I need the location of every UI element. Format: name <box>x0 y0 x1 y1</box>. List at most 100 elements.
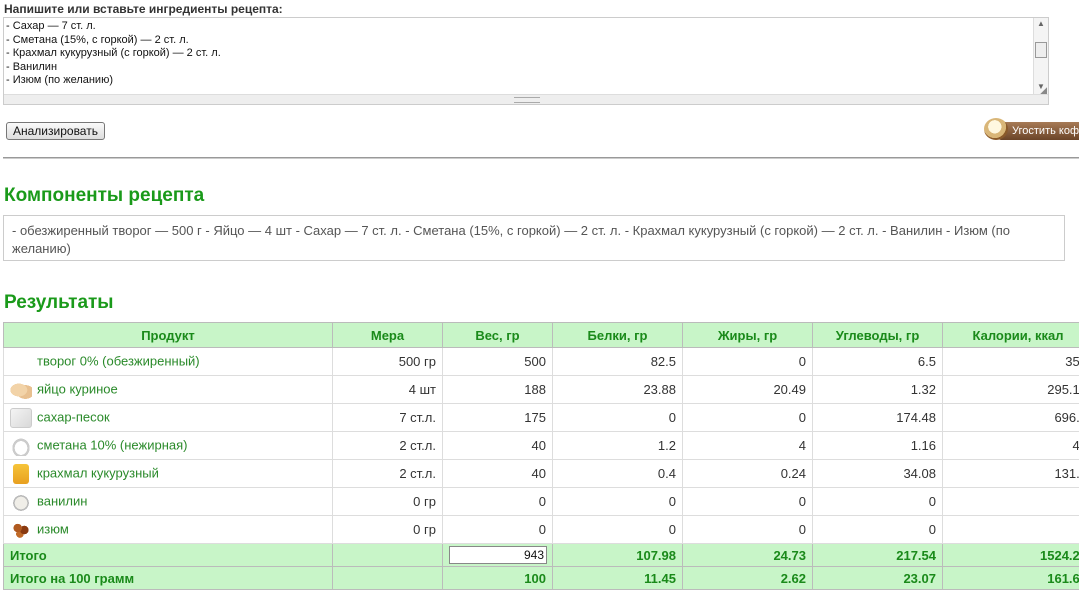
carbs-cell: 6.5 <box>812 347 943 376</box>
table-row: ванилин 0 гр 0 0 0 0 0 <box>3 487 1079 516</box>
per100-measure-cell <box>332 566 443 590</box>
per100-carbs: 23.07 <box>812 566 943 590</box>
fat-cell: 0 <box>682 487 813 516</box>
measure-cell: 7 ст.л. <box>332 403 443 432</box>
carbs-cell: 0 <box>812 487 943 516</box>
product-cell: изюм <box>3 515 333 544</box>
product-cell: сахар-песок <box>3 403 333 432</box>
results-table: Продукт Мера Вес, гр Белки, гр Жиры, гр … <box>3 322 1079 590</box>
measure-cell: 500 гр <box>332 347 443 376</box>
kcal-cell: 131.6 <box>942 459 1079 488</box>
components-title: Компоненты рецепта <box>4 185 205 206</box>
weight-cell: 0 <box>442 515 553 544</box>
measure-cell: 0 гр <box>332 515 443 544</box>
kcal-cell: 696.5 <box>942 403 1079 432</box>
header-product: Продукт <box>3 322 333 348</box>
kcal-cell: 0 <box>942 487 1079 516</box>
product-link[interactable]: крахмал кукурузный <box>37 465 159 480</box>
resize-handle-icon[interactable] <box>514 97 540 103</box>
total-weight-cell <box>442 543 553 567</box>
scroll-thumb[interactable] <box>1035 42 1047 58</box>
per100-row: Итого на 100 грамм 100 11.45 2.62 23.07 … <box>3 566 1079 590</box>
fat-cell: 20.49 <box>682 375 813 404</box>
egg-icon <box>10 379 32 400</box>
recipe-textarea-wrapper[interactable]: - Сахар — 7 ст. л. - Сметана (15%, с гор… <box>3 17 1049 105</box>
components-text: - обезжиренный творог — 500 г - Яйцо — 4… <box>3 215 1065 261</box>
protein-cell: 1.2 <box>552 431 683 460</box>
scroll-up-icon[interactable]: ▲ <box>1037 19 1045 28</box>
coffee-cup-icon[interactable] <box>984 118 1008 140</box>
total-label: Итого <box>3 543 333 567</box>
protein-cell: 82.5 <box>552 347 683 376</box>
total-weight-input[interactable] <box>449 546 547 564</box>
table-row: сметана 10% (нежирная) 2 ст.л. 40 1.2 4 … <box>3 431 1079 460</box>
product-link[interactable]: яйцо куриное <box>37 381 118 396</box>
total-fat: 24.73 <box>682 543 813 567</box>
kcal-cell: 0 <box>942 515 1079 544</box>
carbs-cell: 1.16 <box>812 431 943 460</box>
vanillin-icon <box>10 491 32 512</box>
protein-cell: 23.88 <box>552 375 683 404</box>
carbs-cell: 1.32 <box>812 375 943 404</box>
table-row: крахмал кукурузный 2 ст.л. 40 0.4 0.24 3… <box>3 459 1079 488</box>
textarea-resize-bar[interactable] <box>4 94 1048 104</box>
product-link[interactable]: изюм <box>37 521 69 536</box>
weight-cell: 40 <box>442 459 553 488</box>
sour-cream-icon <box>10 435 32 456</box>
total-protein: 107.98 <box>552 543 683 567</box>
raisin-icon <box>10 519 32 540</box>
carbs-cell: 0 <box>812 515 943 544</box>
kcal-cell: 46 <box>942 431 1079 460</box>
fat-cell: 0.24 <box>682 459 813 488</box>
recipe-textarea[interactable]: - Сахар — 7 ст. л. - Сметана (15%, с гор… <box>4 18 1037 98</box>
header-weight: Вес, гр <box>442 322 553 348</box>
protein-cell: 0 <box>552 403 683 432</box>
divider <box>3 157 1079 159</box>
header-measure: Мера <box>332 322 443 348</box>
per100-weight: 100 <box>442 566 553 590</box>
kcal-cell: 355 <box>942 347 1079 376</box>
weight-cell: 40 <box>442 431 553 460</box>
fat-cell: 0 <box>682 347 813 376</box>
weight-cell: 175 <box>442 403 553 432</box>
protein-cell: 0.4 <box>552 459 683 488</box>
measure-cell: 2 ст.л. <box>332 431 443 460</box>
treat-coffee-label[interactable]: Угостить кофе <box>998 122 1079 140</box>
fat-cell: 0 <box>682 403 813 432</box>
header-fat: Жиры, гр <box>682 322 813 348</box>
weight-cell: 500 <box>442 347 553 376</box>
protein-cell: 0 <box>552 515 683 544</box>
product-cell: крахмал кукурузный <box>3 459 333 488</box>
protein-cell: 0 <box>552 487 683 516</box>
per100-fat: 2.62 <box>682 566 813 590</box>
kcal-cell: 295.16 <box>942 375 1079 404</box>
fat-cell: 4 <box>682 431 813 460</box>
header-kcal: Калории, ккал <box>942 322 1079 348</box>
treat-coffee-button[interactable]: Угостить кофе <box>984 118 1079 142</box>
product-cell: ванилин <box>3 487 333 516</box>
analyze-button[interactable]: Анализировать <box>6 122 105 140</box>
per100-kcal: 161.64 <box>942 566 1079 590</box>
product-cell: яйцо куриное <box>3 375 333 404</box>
product-link[interactable]: сметана 10% (нежирная) <box>37 437 187 452</box>
table-header-row: Продукт Мера Вес, гр Белки, гр Жиры, гр … <box>3 322 1079 348</box>
table-row: яйцо куриное 4 шт 188 23.88 20.49 1.32 2… <box>3 375 1079 404</box>
total-row: Итого 107.98 24.73 217.54 1524.26 <box>3 543 1079 567</box>
total-carbs: 217.54 <box>812 543 943 567</box>
sugar-icon <box>10 407 32 428</box>
product-link[interactable]: ванилин <box>37 493 87 508</box>
textarea-scrollbar[interactable]: ▲ ▼ <box>1033 18 1048 94</box>
fat-cell: 0 <box>682 515 813 544</box>
header-protein: Белки, гр <box>552 322 683 348</box>
product-link[interactable]: сахар-песок <box>37 409 110 424</box>
table-row: сахар-песок 7 ст.л. 175 0 0 174.48 696.5 <box>3 403 1079 432</box>
product-cell: сметана 10% (нежирная) <box>3 431 333 460</box>
total-measure-cell <box>332 543 443 567</box>
table-row: творог 0% (обезжиренный) 500 гр 500 82.5… <box>3 347 1079 376</box>
carbs-cell: 174.48 <box>812 403 943 432</box>
product-link[interactable]: творог 0% (обезжиренный) <box>37 353 200 368</box>
blank-icon <box>10 352 32 372</box>
measure-cell: 2 ст.л. <box>332 459 443 488</box>
measure-cell: 0 гр <box>332 487 443 516</box>
per100-protein: 11.45 <box>552 566 683 590</box>
